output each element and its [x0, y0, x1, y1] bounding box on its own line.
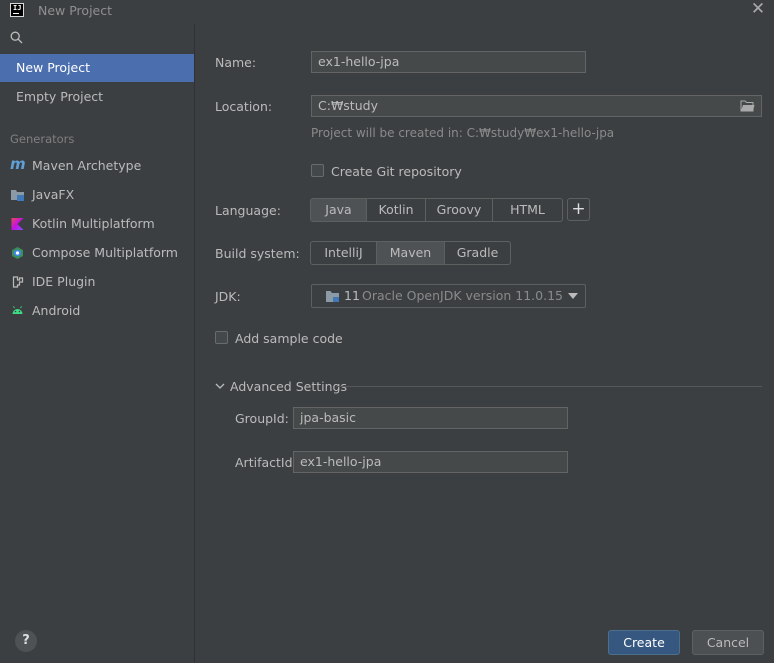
compose-icon [12, 247, 23, 259]
language-option-html[interactable]: HTML [493, 199, 562, 221]
jdk-label: JDK: [215, 289, 241, 304]
cancel-button[interactable]: Cancel [692, 630, 764, 655]
generator-maven-archetype[interactable]: m Maven Archetype [0, 153, 194, 179]
create-git-checkbox[interactable] [311, 164, 324, 177]
browse-folder-icon[interactable] [740, 100, 755, 112]
sidebar-item-label: New Project [16, 60, 91, 75]
android-icon [12, 306, 23, 314]
add-sample-code-checkbox[interactable] [215, 331, 228, 344]
language-selector: Java Kotlin Groovy HTML [310, 198, 563, 222]
help-button[interactable]: ? [15, 630, 37, 652]
generator-label: Kotlin Multiplatform [32, 216, 155, 231]
generator-ide-plugin[interactable]: IDE Plugin [0, 269, 194, 295]
build-option-gradle[interactable]: Gradle [445, 242, 510, 264]
plugin-icon [12, 276, 24, 288]
chevron-down-icon [568, 293, 578, 299]
kotlin-icon [11, 218, 24, 230]
intellij-app-icon: IJ [10, 3, 24, 17]
language-option-groovy[interactable]: Groovy [426, 199, 493, 221]
jdk-version: 11 [344, 288, 360, 303]
close-icon[interactable]: ✕ [750, 1, 766, 18]
generator-label: Compose Multiplatform [32, 245, 178, 260]
sidebar-item-new-project[interactable]: New Project [0, 54, 194, 82]
generator-label: Maven Archetype [32, 158, 142, 173]
location-label: Location: [215, 99, 273, 114]
generators-heading: Generators [10, 132, 75, 146]
language-option-java[interactable]: Java [311, 199, 367, 221]
build-system-selector: IntelliJ Maven Gradle [310, 241, 511, 265]
maven-icon: m [10, 155, 26, 173]
build-option-maven[interactable]: Maven [377, 242, 445, 264]
name-field[interactable]: ex1-hello-jpa [311, 51, 586, 73]
generator-label: JavaFX [32, 187, 75, 202]
sidebar-item-empty-project[interactable]: Empty Project [0, 83, 194, 111]
sidebar-item-label: Empty Project [16, 89, 104, 104]
advanced-separator [336, 386, 762, 387]
groupid-label: GroupId: [235, 411, 289, 426]
jdk-name: Oracle OpenJDK version 11.0.15 [362, 288, 563, 303]
sidebar [0, 24, 195, 663]
javafx-icon [11, 190, 24, 201]
add-language-button[interactable]: + [567, 198, 590, 221]
create-git-label[interactable]: Create Git repository [331, 164, 462, 179]
location-hint: Project will be created in: C:₩study₩ex1… [311, 126, 615, 140]
language-option-kotlin[interactable]: Kotlin [367, 199, 426, 221]
location-field[interactable]: C:₩study [311, 95, 762, 117]
advanced-settings-label: Advanced Settings [230, 379, 347, 394]
add-sample-code-label[interactable]: Add sample code [235, 331, 343, 346]
generator-compose-multiplatform[interactable]: Compose Multiplatform [0, 240, 194, 266]
search-icon [10, 31, 23, 44]
location-value: C:₩study [318, 98, 378, 113]
window-title: New Project [38, 3, 113, 18]
name-label: Name: [215, 55, 257, 70]
generator-android[interactable]: Android [0, 298, 194, 324]
generator-label: Android [32, 303, 81, 318]
title-bar: IJ New Project ✕ [0, 0, 774, 23]
language-label: Language: [215, 203, 281, 218]
artifactid-field[interactable]: ex1-hello-jpa [293, 451, 568, 473]
generator-label: IDE Plugin [32, 274, 96, 289]
sidebar-search[interactable] [0, 24, 194, 52]
groupid-field[interactable]: jpa-basic [293, 407, 568, 429]
build-system-label: Build system: [215, 246, 300, 261]
create-button[interactable]: Create [608, 630, 680, 655]
generator-javafx[interactable]: JavaFX [0, 182, 194, 208]
jdk-folder-icon [326, 291, 339, 302]
build-option-intellij[interactable]: IntelliJ [311, 242, 377, 264]
artifactid-label: ArtifactId: [235, 455, 297, 470]
generator-kotlin-multiplatform[interactable]: Kotlin Multiplatform [0, 211, 194, 237]
jdk-dropdown[interactable]: 11 Oracle OpenJDK version 11.0.15 [311, 284, 586, 308]
chevron-down-icon [215, 383, 225, 389]
